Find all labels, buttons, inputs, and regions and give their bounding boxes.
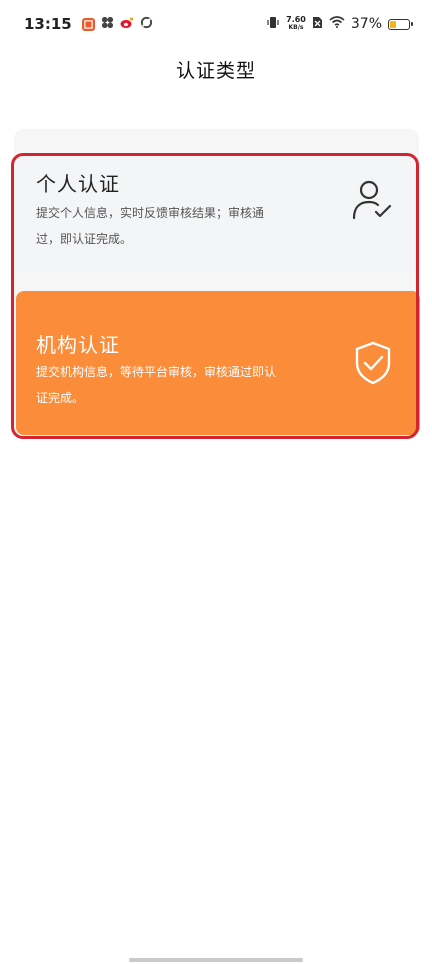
battery-percent: 37% (350, 16, 382, 32)
battery-icon (388, 18, 413, 30)
page-title: 认证类型 (175, 60, 256, 82)
network-speed: 7.60 KB/s (286, 16, 306, 32)
vibrate-icon (266, 16, 280, 33)
status-time: 13:15 (24, 15, 72, 33)
network-speed-value: 7.60 (286, 15, 306, 24)
network-speed-unit: KB/s (288, 24, 304, 31)
pinwheel-app-icon (101, 16, 114, 33)
selection-highlight-frame (11, 153, 419, 439)
weibo-app-icon (120, 16, 134, 33)
sync-app-icon (140, 16, 153, 33)
status-right: 7.60 KB/s 37% (266, 16, 413, 33)
wifi-icon (329, 16, 345, 32)
status-bar: 13:15 7.60 KB/s 37% (0, 0, 432, 48)
status-left: 13:15 (24, 15, 153, 33)
home-indicator[interactable] (129, 958, 303, 962)
notification-app-icon (81, 17, 95, 31)
sim-off-icon (312, 16, 323, 33)
battery-level-fill (390, 20, 397, 28)
